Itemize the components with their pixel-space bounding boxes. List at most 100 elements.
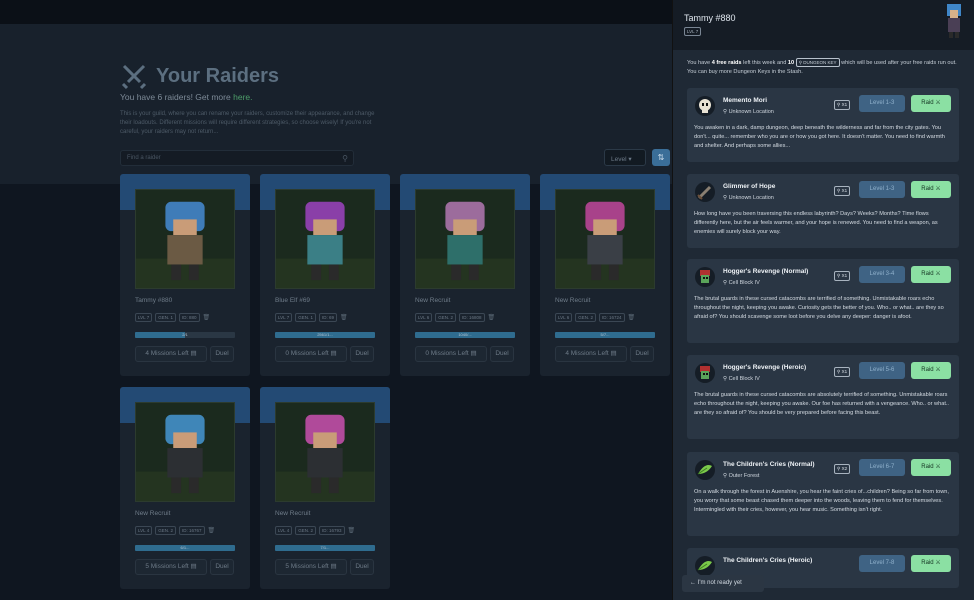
- duel-button[interactable]: Duel: [210, 559, 234, 575]
- raid-name: Hogger's Revenge (Heroic): [723, 364, 807, 371]
- raider-portrait: [555, 189, 655, 289]
- book-icon: ▤: [470, 350, 477, 357]
- raider-name[interactable]: New Recruit: [135, 510, 170, 517]
- xp-text: 6/1...: [180, 545, 190, 550]
- raiders-page: Your Raiders You have 6 raiders! Get mor…: [0, 0, 672, 600]
- map-pin-icon: ⚲: [723, 195, 728, 201]
- missions-left-button[interactable]: 0 Missions Left ▤: [275, 346, 347, 362]
- map-pin-icon: ⚲: [723, 376, 728, 382]
- sort-direction-button[interactable]: ⇅: [652, 149, 670, 166]
- raid-name: Hogger's Revenge (Normal): [723, 268, 809, 275]
- search-input[interactable]: Find a raider ⚲: [120, 150, 354, 166]
- missions-left-button[interactable]: 0 Missions Left ▤: [415, 346, 487, 362]
- raid-button[interactable]: Raid ⚔: [911, 266, 951, 283]
- level-tag: LVL 6: [415, 313, 433, 322]
- duel-button[interactable]: Duel: [350, 346, 374, 362]
- id-tag: ID: 16793: [319, 526, 345, 535]
- raid-name: Memento Mori: [723, 97, 768, 104]
- raid-card: Glimmer of Hope ⚲ Unknown Location ⚲ X1 …: [687, 174, 959, 248]
- xp-bar: 5/7...: [555, 332, 655, 338]
- duel-button[interactable]: Duel: [630, 346, 654, 362]
- raider-sprite: [556, 190, 654, 288]
- trash-icon[interactable]: 🗑: [203, 314, 211, 321]
- raider-tags: LVL 6 GEN. 2 ID: 16724 🗑: [555, 313, 635, 322]
- book-icon: ▤: [610, 350, 617, 357]
- duel-button[interactable]: Duel: [350, 559, 374, 575]
- get-more-link[interactable]: here.: [233, 92, 252, 102]
- raider-sprite: [136, 403, 234, 501]
- raider-card[interactable]: New Recruit LVL 6 GEN. 2 ID: 16808 🗑 104…: [400, 174, 530, 376]
- raider-portrait: [415, 189, 515, 289]
- book-icon: ▤: [330, 350, 337, 357]
- raid-key-cost: ⚲ X1: [834, 367, 851, 377]
- id-tag: ID: 16767: [179, 526, 205, 535]
- dungeon-key-badge: ⚲ DUNGEON KEY: [795, 58, 840, 67]
- gen-tag: GEN. 2: [575, 313, 597, 322]
- search-icon: ⚲: [342, 154, 348, 163]
- raider-card[interactable]: New Recruit LVL 4 GEN. 2 ID: 16793 🗑 7/1…: [260, 387, 390, 589]
- book-icon: ▤: [190, 563, 197, 570]
- trash-icon[interactable]: 🗑: [348, 527, 356, 534]
- trash-icon[interactable]: 🗑: [488, 314, 496, 321]
- raider-card[interactable]: Blue Elf #69 LVL 7 GEN. 1 ID: 69 🗑 2561/…: [260, 174, 390, 376]
- id-tag: ID: 69: [319, 313, 338, 322]
- raider-card[interactable]: New Recruit LVL 6 GEN. 2 ID: 16724 🗑 5/7…: [540, 174, 670, 376]
- gen-tag: GEN. 1: [155, 313, 177, 322]
- raid-card: Memento Mori ⚲ Unknown Location ⚲ X1 Lev…: [687, 88, 959, 162]
- raid-key-cost: ⚲ X1: [834, 100, 851, 110]
- sword-icon: [695, 182, 715, 202]
- goblin-icon: [695, 363, 715, 383]
- level-tag: LVL 4: [275, 526, 293, 535]
- raider-card[interactable]: New Recruit LVL 4 GEN. 2 ID: 16767 🗑 6/1…: [120, 387, 250, 589]
- id-tag: ID: 880: [179, 313, 200, 322]
- crossed-swords-icon: ⚔: [935, 271, 941, 277]
- duel-button[interactable]: Duel: [490, 346, 514, 362]
- raid-button[interactable]: Raid ⚔: [911, 181, 951, 198]
- raid-button[interactable]: Raid ⚔: [911, 362, 951, 379]
- not-ready-button[interactable]: ← I'm not ready yet: [682, 575, 764, 592]
- panel-header: Tammy #880 LVL 7: [673, 0, 974, 50]
- raid-description: The brutal guards in these cursed cataco…: [694, 392, 949, 416]
- raid-level-badge: Level 1-3: [859, 181, 905, 198]
- raider-sprite: [276, 403, 374, 501]
- id-tag: ID: 16724: [599, 313, 625, 322]
- raider-portrait: [135, 402, 235, 502]
- raider-name[interactable]: New Recruit: [555, 297, 590, 304]
- raid-level-badge: Level 5-6: [859, 362, 905, 379]
- map-pin-icon: ⚲: [723, 280, 728, 286]
- raid-panel: Tammy #880 LVL 7 You have 4 free raids l…: [672, 0, 974, 600]
- raider-name[interactable]: New Recruit: [275, 510, 310, 517]
- trash-icon[interactable]: 🗑: [208, 527, 216, 534]
- raider-name[interactable]: New Recruit: [415, 297, 450, 304]
- raider-name[interactable]: Tammy #880: [135, 297, 172, 304]
- map-pin-icon: ⚲: [723, 109, 728, 115]
- avatar: [947, 4, 961, 38]
- raider-portrait: [135, 189, 235, 289]
- missions-left-button[interactable]: 4 Missions Left ▤: [135, 346, 207, 362]
- xp-text: 2561/1...: [317, 332, 333, 337]
- raid-name: The Children's Cries (Heroic): [723, 557, 813, 564]
- missions-left-button[interactable]: 4 Missions Left ▤: [555, 346, 627, 362]
- panel-raider-level: LVL 7: [684, 27, 702, 36]
- raid-level-badge: Level 6-7: [859, 459, 905, 476]
- raid-button[interactable]: Raid ⚔: [911, 95, 951, 112]
- raid-level-badge: Level 3-4: [859, 266, 905, 283]
- skull-icon: [695, 96, 715, 116]
- missions-left-button[interactable]: 5 Missions Left ▤: [275, 559, 347, 575]
- raider-card[interactable]: Tammy #880 LVL 7 GEN. 1 ID: 880 🗑 2/1 4 …: [120, 174, 250, 376]
- missions-left-button[interactable]: 5 Missions Left ▤: [135, 559, 207, 575]
- raid-location: ⚲ Unknown Location: [723, 109, 774, 115]
- duel-button[interactable]: Duel: [210, 346, 234, 362]
- raid-button[interactable]: Raid ⚔: [911, 555, 951, 572]
- raid-button[interactable]: Raid ⚔: [911, 459, 951, 476]
- raider-tags: LVL 4 GEN. 2 ID: 16767 🗑: [135, 526, 215, 535]
- gen-tag: GEN. 2: [295, 526, 317, 535]
- trash-icon[interactable]: 🗑: [340, 314, 348, 321]
- raider-name[interactable]: Blue Elf #69: [275, 297, 310, 304]
- raider-tags: LVL 6 GEN. 2 ID: 16808 🗑: [415, 313, 495, 322]
- sort-select[interactable]: Level ▾: [604, 149, 646, 166]
- level-tag: LVL 7: [275, 313, 293, 322]
- goblin-icon: [695, 267, 715, 287]
- trash-icon[interactable]: 🗑: [628, 314, 636, 321]
- sort-icon: ⇅: [657, 153, 665, 162]
